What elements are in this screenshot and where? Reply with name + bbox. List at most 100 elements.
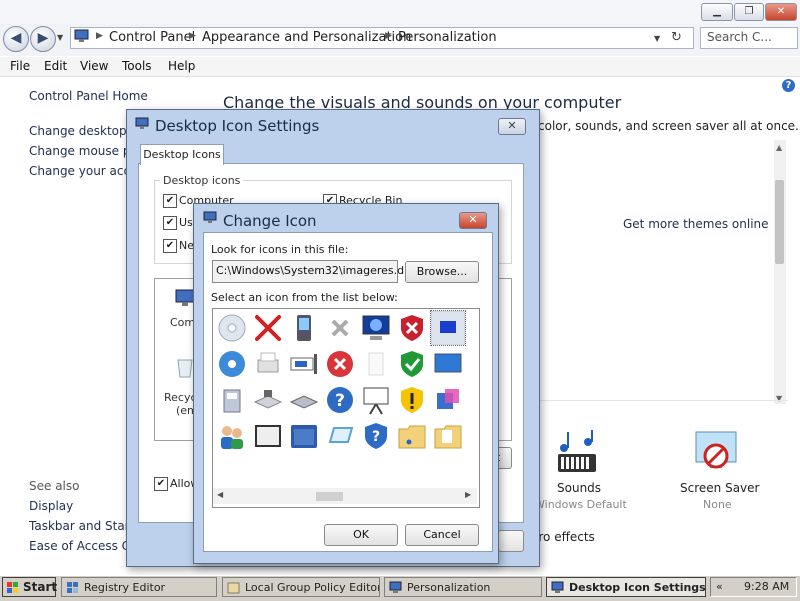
scroll-down-icon[interactable]: ▼ [776, 394, 782, 403]
shield-check-icon[interactable] [395, 347, 429, 381]
cube-icon[interactable] [431, 383, 465, 417]
icon-list[interactable]: ?? [212, 308, 480, 508]
disc-icon[interactable] [215, 311, 249, 345]
screen-saver-value: None [703, 498, 732, 511]
refresh-icon[interactable]: ↻ [671, 30, 682, 45]
red-x-icon[interactable] [251, 311, 285, 345]
dvd-icon[interactable] [215, 347, 249, 381]
sidebar-link-mouse[interactable]: Change mouse po [29, 144, 138, 158]
change-icon-title: Change Icon [223, 212, 317, 230]
horizontal-scrollbar[interactable] [213, 488, 477, 504]
users-icon[interactable] [215, 419, 249, 453]
partial-icon[interactable] [467, 419, 479, 453]
display-icon[interactable] [431, 347, 465, 381]
shield-warning-icon[interactable] [395, 383, 429, 417]
help-icon[interactable]: ? [323, 383, 357, 417]
shield-help-icon[interactable]: ? [359, 419, 393, 453]
task-desktop-icon-settings[interactable]: Desktop Icon Settings [546, 577, 706, 597]
fax-icon[interactable] [215, 383, 249, 417]
task-label: Personalization [407, 581, 491, 594]
screen-saver-icon[interactable] [694, 430, 740, 478]
shield-x-icon[interactable] [395, 311, 429, 345]
ok-button[interactable]: OK [324, 524, 398, 546]
drive-icon[interactable] [287, 383, 321, 417]
partial-icon[interactable] [467, 347, 479, 381]
menu-file[interactable]: File [10, 59, 30, 73]
menu-tools[interactable]: Tools [122, 59, 152, 73]
scrollbar-thumb[interactable] [775, 180, 784, 264]
see-also-ease-of-access[interactable]: Ease of Access C [29, 539, 130, 553]
folder-music-icon[interactable] [395, 419, 429, 453]
blue-screen-icon[interactable] [430, 310, 466, 346]
menu-view[interactable]: View [80, 59, 108, 73]
folder-partial-icon[interactable] [467, 311, 479, 345]
breadcrumb-control-panel[interactable]: Control Panel [109, 30, 195, 45]
breadcrumb-personalization[interactable]: Personalization [398, 30, 497, 45]
help-icon[interactable]: ? [782, 79, 795, 92]
breadcrumb-separator: ▶ [96, 31, 103, 41]
frame-icon[interactable] [323, 419, 357, 453]
breadcrumb-separator: ▶ [385, 31, 392, 41]
cancel-button[interactable]: Cancel [405, 524, 479, 546]
task-personalization[interactable]: Personalization [384, 577, 542, 597]
scroll-right-icon[interactable]: ▶ [465, 490, 471, 499]
menu-help[interactable]: Help [168, 59, 195, 73]
sounds-label[interactable]: Sounds [557, 481, 601, 495]
address-dropdown-icon[interactable]: ▼ [654, 34, 660, 43]
minimize-button[interactable]: ▁ [701, 3, 733, 21]
aero-effects-link[interactable]: ero effects [531, 530, 595, 544]
tab-desktop-icons[interactable]: Desktop Icons [140, 144, 224, 165]
recycle-bin-preview-icon[interactable] [176, 356, 194, 378]
tray-expand-icon[interactable]: « [716, 580, 723, 593]
gray-x-icon[interactable] [323, 311, 357, 345]
screen-saver-label[interactable]: Screen Saver [680, 481, 759, 495]
sounds-value: Windows Default [534, 498, 627, 511]
history-dropdown-icon[interactable]: ▼ [57, 33, 63, 42]
task-group-policy[interactable]: Local Group Policy Editor [222, 577, 380, 597]
restore-button[interactable]: ❐ [734, 3, 764, 21]
picture-frame-icon[interactable] [251, 419, 285, 453]
breadcrumb-appearance[interactable]: Appearance and Personalization [202, 30, 411, 45]
desktop-icons-group-label: Desktop icons [160, 174, 244, 187]
back-button[interactable]: ◀ [3, 26, 29, 52]
scroll-up-icon[interactable]: ▲ [776, 143, 782, 152]
folder-blue-icon[interactable] [287, 419, 321, 453]
sidebar-link-account[interactable]: Change your acco [29, 164, 137, 178]
sidebar-link-desktop-icons[interactable]: Change desktop i [29, 124, 134, 138]
desktop-icon-settings-close[interactable]: ✕ [498, 118, 526, 135]
projector-icon[interactable] [359, 383, 393, 417]
scanner-icon[interactable] [251, 383, 285, 417]
network-adapter-icon[interactable] [287, 347, 321, 381]
recycle-bin-preview-label: Recyc [164, 391, 197, 404]
folder-icon[interactable] [467, 383, 479, 417]
blank-page-icon[interactable] [359, 347, 393, 381]
start-button[interactable]: Start [2, 577, 57, 597]
sounds-icon[interactable] [552, 428, 602, 478]
checkbox-users-files[interactable]: ✔ [163, 216, 177, 230]
browse-button[interactable]: Browse... [405, 261, 479, 283]
checkbox-computer[interactable]: ✔ [163, 194, 177, 208]
apply-button-partial[interactable] [498, 530, 524, 552]
change-icon-close[interactable]: ✕ [459, 212, 487, 229]
menu-edit[interactable]: Edit [44, 59, 67, 73]
look-for-icons-label: Look for icons in this file: [211, 243, 349, 256]
printer-icon[interactable] [251, 347, 285, 381]
checkbox-users-label: Us [179, 216, 193, 229]
task-registry-editor[interactable]: Registry Editor [61, 577, 217, 597]
see-also-taskbar[interactable]: Taskbar and Star [29, 519, 130, 533]
sidebar-home-link[interactable]: Control Panel Home [29, 89, 148, 103]
horizontal-scroll-thumb[interactable] [316, 492, 343, 501]
checkbox-network[interactable]: ✔ [163, 239, 177, 253]
clock[interactable]: 9:28 AM [744, 580, 789, 593]
close-button[interactable]: ✕ [765, 3, 797, 21]
monitor-icon[interactable] [359, 311, 393, 345]
scroll-left-icon[interactable]: ◀ [217, 490, 223, 499]
pda-icon[interactable] [287, 311, 321, 345]
see-also-heading: See also [29, 479, 80, 493]
forward-button[interactable]: ▶ [30, 26, 56, 52]
get-themes-link[interactable]: Get more themes online [623, 217, 769, 231]
folder-doc-icon[interactable] [431, 419, 465, 453]
error-icon[interactable] [323, 347, 357, 381]
see-also-display[interactable]: Display [29, 499, 73, 513]
checkbox-allow-themes[interactable]: ✔ [154, 477, 168, 491]
